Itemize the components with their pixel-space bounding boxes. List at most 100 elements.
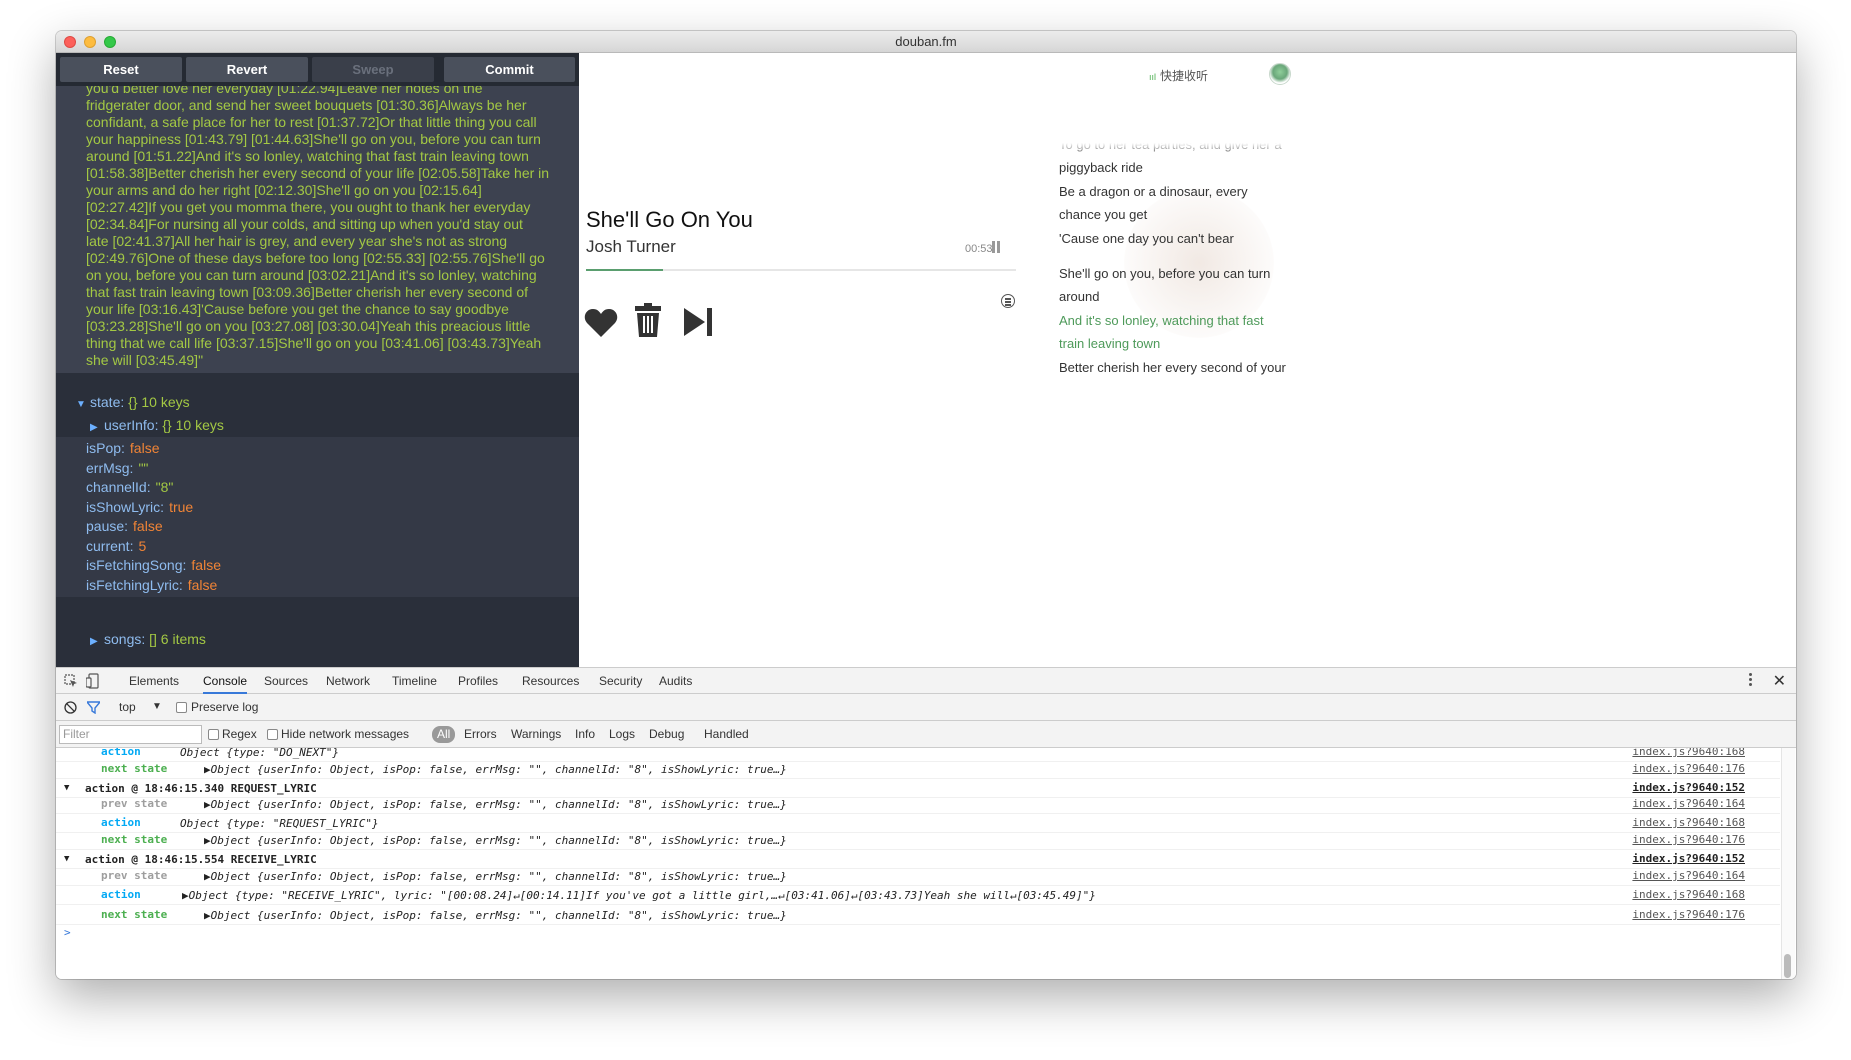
console-scrollbar[interactable] bbox=[1781, 748, 1795, 979]
revert-button[interactable]: Revert bbox=[186, 57, 308, 82]
level-filter-errors[interactable]: Errors bbox=[464, 727, 497, 741]
userinfo-node[interactable]: ▶ userInfo: {} 10 keys bbox=[56, 414, 579, 437]
console-source-link[interactable]: index.js?9640:176 bbox=[1632, 908, 1745, 921]
console-log-row[interactable]: next state ▶Object {userInfo: Object, isP… bbox=[56, 759, 1780, 779]
console-source-link[interactable]: index.js?9640:152 bbox=[1632, 781, 1745, 794]
lyrics-panel: To go to her tea parties, and give her a… bbox=[1059, 143, 1299, 398]
console-row-object[interactable]: ▶Object {userInfo: Object, isPop: false,… bbox=[204, 909, 787, 922]
preserve-log-checkbox[interactable] bbox=[176, 702, 187, 713]
console-source-link[interactable]: index.js?9640:168 bbox=[1632, 748, 1745, 758]
console-row-object[interactable]: ▶Object {userInfo: Object, isPop: false,… bbox=[204, 798, 787, 811]
console-output: action Object {type: "DO_NEXT"} index.js?9… bbox=[56, 748, 1780, 979]
close-window-button[interactable] bbox=[64, 36, 76, 48]
title-bar: douban.fm bbox=[56, 31, 1796, 53]
console-row-object[interactable]: ▶Object {userInfo: Object, isPop: false,… bbox=[204, 763, 787, 776]
state-field-value: false bbox=[129, 440, 160, 456]
state-field-row[interactable]: isFetchingLyric: false bbox=[56, 573, 579, 597]
console-row-object[interactable]: ▶Object {userInfo: Object, isPop: false,… bbox=[204, 870, 787, 883]
tab-audits[interactable]: Audits bbox=[659, 668, 692, 694]
state-field-key: isShowLyric: bbox=[86, 498, 165, 515]
minimize-window-button[interactable] bbox=[84, 36, 96, 48]
console-source-link[interactable]: index.js?9640:164 bbox=[1632, 869, 1745, 882]
console-log-row[interactable]: prev state ▶Object {userInfo: Object, isP… bbox=[56, 794, 1780, 814]
console-source-link[interactable]: index.js?9640:176 bbox=[1632, 762, 1745, 775]
console-row-label: next state bbox=[101, 762, 168, 775]
lyric-dump-line: [02:49.76]One of these days before too l… bbox=[86, 250, 545, 266]
group-expanded-triangle-icon[interactable]: ▼ bbox=[64, 854, 69, 864]
inspect-element-icon[interactable] bbox=[64, 674, 78, 688]
maximize-window-button[interactable] bbox=[104, 36, 116, 48]
state-field-key: pause: bbox=[86, 518, 129, 534]
context-dropdown-icon[interactable]: ▼ bbox=[152, 701, 162, 712]
state-field-key: errMsg: bbox=[86, 459, 134, 476]
window-title: douban.fm bbox=[895, 34, 957, 49]
level-filter-debug[interactable]: Debug bbox=[649, 727, 684, 741]
level-filter-handled[interactable]: Handled bbox=[704, 727, 749, 741]
group-expanded-triangle-icon[interactable]: ▼ bbox=[64, 783, 69, 793]
console-source-link[interactable]: index.js?9640:164 bbox=[1632, 797, 1745, 810]
song-time: 00:53 bbox=[965, 243, 993, 255]
lyric-dump-line: [01:58.38]Better cherish her every secon… bbox=[86, 165, 550, 181]
sweep-button[interactable]: Sweep bbox=[312, 57, 434, 82]
console-source-link[interactable]: index.js?9640:176 bbox=[1632, 833, 1745, 846]
console-source-link[interactable]: index.js?9640:168 bbox=[1632, 816, 1745, 829]
tab-profiles[interactable]: Profiles bbox=[458, 668, 498, 694]
signal-bars-icon: ııl bbox=[1149, 72, 1157, 82]
progress-fill bbox=[586, 269, 664, 271]
skip-next-icon[interactable] bbox=[684, 308, 714, 336]
console-prompt[interactable]: > bbox=[56, 922, 1780, 942]
context-select[interactable]: top bbox=[119, 700, 136, 714]
lyric-line: piggyback ride bbox=[1059, 160, 1143, 175]
tab-sources[interactable]: Sources bbox=[264, 668, 308, 694]
console-scrollbar-thumb[interactable] bbox=[1784, 954, 1791, 978]
tab-network[interactable]: Network bbox=[326, 668, 370, 694]
hide-network-checkbox[interactable] bbox=[267, 729, 278, 740]
state-field-value: 5 bbox=[138, 537, 147, 554]
lyric-line: Better cherish her every second of your bbox=[1059, 360, 1286, 375]
tab-timeline[interactable]: Timeline bbox=[392, 668, 437, 694]
console-filter-input[interactable]: Filter bbox=[59, 725, 202, 744]
clear-console-icon[interactable] bbox=[64, 701, 77, 714]
more-options-icon[interactable] bbox=[1749, 673, 1752, 688]
tab-security[interactable]: Security bbox=[599, 668, 642, 694]
filter-icon[interactable] bbox=[87, 701, 100, 714]
progress-bar[interactable] bbox=[586, 269, 1016, 271]
device-mode-icon[interactable] bbox=[86, 673, 100, 689]
regex-checkbox[interactable] bbox=[208, 729, 219, 740]
prompt-caret-icon: > bbox=[64, 926, 71, 939]
level-filter-logs[interactable]: Logs bbox=[609, 727, 635, 741]
quick-listen-link[interactable]: ııl 快捷收听 bbox=[1149, 67, 1208, 84]
user-avatar[interactable] bbox=[1269, 63, 1291, 85]
state-node[interactable]: ▼ state: {} 10 keys bbox=[56, 391, 579, 414]
trash-icon[interactable] bbox=[635, 303, 661, 337]
tab-console[interactable]: Console bbox=[203, 668, 248, 694]
state-field-value: true bbox=[169, 498, 194, 515]
level-filter-all[interactable]: All bbox=[432, 726, 456, 743]
song-title: She'll Go On You bbox=[586, 207, 753, 232]
console-source-link[interactable]: index.js?9640:152 bbox=[1632, 852, 1745, 865]
console-log-row[interactable]: action ▶Object {type: "RECEIVE_LYRIC", ly… bbox=[56, 885, 1780, 905]
console-row-object[interactable]: ▶Object {userInfo: Object, isPop: false,… bbox=[204, 834, 787, 847]
chrome-devtools: Elements Console Sources Network Timeline Pro… bbox=[56, 667, 1796, 979]
heart-icon[interactable] bbox=[584, 308, 618, 338]
state-field-value: false bbox=[191, 557, 221, 573]
console-row-object[interactable]: ▶Object {type: "RECEIVE_LYRIC", lyric: "… bbox=[182, 889, 1096, 902]
console-log-row[interactable]: prev state ▶Object {userInfo: Object, isP… bbox=[56, 866, 1780, 886]
reset-button[interactable]: Reset bbox=[60, 57, 182, 82]
console-row-object[interactable]: Object {type: "DO_NEXT"} bbox=[180, 748, 339, 759]
lyric-dump-line: your life [03:16.43]'Cause before you ge… bbox=[86, 301, 509, 317]
commit-button[interactable]: Commit bbox=[444, 57, 575, 82]
songs-node[interactable]: ▶ songs: [] 6 items bbox=[56, 628, 579, 651]
console-row-object[interactable]: Object {type: "REQUEST_LYRIC"} bbox=[180, 817, 379, 830]
console-source-link[interactable]: index.js?9640:168 bbox=[1632, 888, 1745, 901]
close-devtools-icon[interactable]: ✕ bbox=[1773, 671, 1786, 691]
lyric-toggle-icon[interactable] bbox=[1001, 294, 1015, 308]
pause-icon[interactable] bbox=[991, 241, 1001, 253]
console-row-label: action bbox=[101, 816, 141, 829]
tab-elements[interactable]: Elements bbox=[129, 668, 179, 694]
level-filter-warnings[interactable]: Warnings bbox=[511, 727, 561, 741]
level-filter-info[interactable]: Info bbox=[575, 727, 595, 741]
console-log-row[interactable]: next state ▶Object {userInfo: Object, isP… bbox=[56, 830, 1780, 850]
expanded-triangle-icon: ▼ bbox=[76, 399, 86, 410]
tab-resources[interactable]: Resources bbox=[522, 668, 579, 694]
